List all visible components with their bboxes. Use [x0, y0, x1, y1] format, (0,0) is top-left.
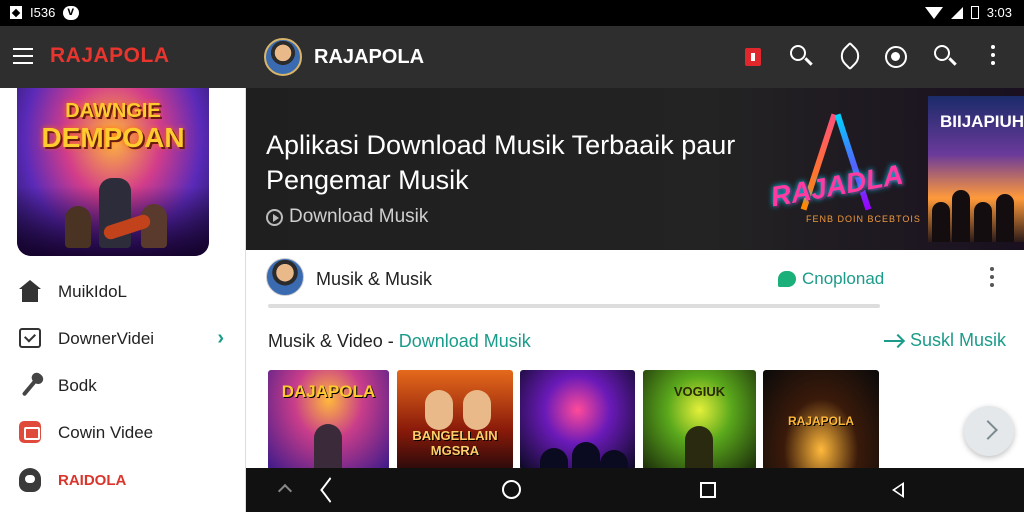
- section-title-text: Musik & Video -: [268, 331, 399, 351]
- checkbox-icon: [19, 327, 41, 349]
- status-bar: I536 3:03: [0, 0, 1024, 26]
- drawer-item-downervidei[interactable]: DownerVidei ›: [0, 317, 246, 363]
- app-badge-icon: [63, 4, 80, 20]
- thumbnail-title: VOGIUK: [673, 384, 726, 399]
- back-triangle-icon[interactable]: [888, 480, 908, 500]
- tool-icon[interactable]: [832, 40, 866, 74]
- hero-logo: RAJADLA FENB DOIN BCEBTOIS: [766, 112, 926, 224]
- home-button-icon[interactable]: [502, 480, 521, 499]
- thumbnail[interactable]: [520, 370, 635, 470]
- system-nav-bar: [246, 468, 1024, 512]
- video-icon: [19, 421, 41, 443]
- thumbnail-figure: [314, 424, 342, 470]
- rotate-icon[interactable]: [280, 482, 294, 496]
- artwork-title-line2: DEMPOAN: [41, 122, 185, 153]
- hero-poster-text: BIIJAPIUH: [940, 112, 1024, 131]
- section-header: Musik & Video - Download Musik Suskl Mus…: [246, 326, 1024, 356]
- channel-row: Musik & Musik Cnoplonad: [246, 250, 1024, 308]
- drawer-item-cowin-videe[interactable]: Cowin Videe: [0, 411, 246, 457]
- drawer-item-muikidol[interactable]: MuikIdoL: [0, 270, 246, 316]
- drawer-item-label: DownerVidei: [58, 329, 155, 348]
- main-content: RAJAPOLA Aplikasi Download Musik Terbaai…: [246, 26, 1024, 470]
- search-icon[interactable]: [928, 40, 962, 74]
- artwork-figure: [65, 206, 91, 248]
- drawer-item-label: RAIDOLA: [58, 472, 127, 489]
- thumbnail[interactable]: BANGELLAIN MGSRA: [397, 370, 513, 470]
- microphone-icon: [19, 374, 41, 397]
- hero-logo-subtext: FENB DOIN BCEBTOIS: [806, 214, 921, 224]
- chat-icon: [778, 271, 796, 287]
- thumbnail-title: BANGELLAIN MGSRA: [412, 428, 498, 458]
- channel-name: Musik & Musik: [316, 269, 433, 289]
- hero-poster[interactable]: BIIJAPIUH: [928, 96, 1024, 242]
- drawer-brand: RAJAPOLA: [50, 44, 170, 67]
- drawer-item-label: Cowin Videe: [58, 423, 154, 442]
- thumbnail-title: RAJAPOLA: [787, 414, 854, 428]
- thumbnail[interactable]: DAJAPOLA: [268, 370, 389, 470]
- clock: 3:03: [986, 5, 1012, 20]
- thumbnail-figure: [572, 442, 600, 470]
- status-left-text: I536: [30, 5, 56, 20]
- crowd-figure: [952, 190, 970, 242]
- signal-icon: [950, 6, 963, 19]
- notification-icon: [10, 6, 22, 19]
- drawer-item-bodk[interactable]: Bodk: [0, 364, 246, 410]
- channel-action-button[interactable]: Cnoplonad: [778, 269, 884, 289]
- arrow-right-icon: [883, 339, 902, 342]
- more-icon[interactable]: [990, 267, 994, 271]
- menu-icon[interactable]: [13, 48, 33, 64]
- crowd-figure: [932, 202, 950, 242]
- more-icon[interactable]: [976, 40, 1010, 74]
- hero-download-link[interactable]: Download Musik: [266, 206, 428, 228]
- appbar-actions: [736, 40, 1010, 74]
- thumbnail-title: DAJAPOLA: [281, 382, 376, 401]
- section-title-link[interactable]: Download Musik: [399, 331, 531, 351]
- hero-logo-text: RAJADLA: [768, 158, 906, 213]
- play-icon: [266, 208, 283, 226]
- scroll-next-button[interactable]: [964, 406, 1014, 456]
- featured-artwork[interactable]: DAWNGIE DEMPOAN: [17, 88, 209, 256]
- record-icon[interactable]: [736, 40, 770, 74]
- app-bar: RAJAPOLA: [246, 26, 1024, 88]
- channel-avatar[interactable]: [266, 258, 304, 296]
- thumbnail-figure: [425, 390, 453, 430]
- navigation-drawer: RAJAPOLA DAWNGIE DEMPOAN MuikIdoL Downer…: [0, 26, 246, 512]
- thumbnail-figure: [600, 450, 628, 470]
- hero-title: Aplikasi Download Musik Terbaaik paur Pe…: [266, 130, 736, 195]
- crowd-figure: [996, 194, 1014, 242]
- avatar[interactable]: [264, 38, 302, 76]
- recent-apps-icon[interactable]: [700, 482, 716, 498]
- wifi-icon: [924, 6, 943, 19]
- thumbnail-figure: [685, 426, 713, 470]
- channel-action-label: Cnoplonad: [802, 269, 885, 288]
- status-right: 3:03: [924, 5, 1012, 20]
- crowd-figure: [974, 202, 992, 242]
- thumbnail-row: DAJAPOLA BANGELLAIN MGSRA VOGIUK RAJAPOL…: [268, 370, 1024, 470]
- drawer-item-raidola[interactable]: RAIDOLA: [0, 458, 246, 504]
- thumbnail[interactable]: RAJAPOLA: [763, 370, 879, 470]
- chevron-right-icon: ›: [217, 327, 224, 349]
- home-icon: [19, 280, 41, 302]
- artwork-title-line1: DAWNGIE: [65, 100, 161, 122]
- hero-subtitle: Download Musik: [289, 206, 429, 227]
- progress-bar: [268, 304, 880, 308]
- skull-icon: [19, 468, 41, 492]
- thumbnail-figure: [540, 448, 568, 470]
- hero-banner[interactable]: Aplikasi Download Musik Terbaaik paur Pe…: [246, 88, 1024, 250]
- status-left: I536: [10, 4, 80, 20]
- section-title: Musik & Video - Download Musik: [268, 331, 531, 352]
- search-icon[interactable]: [784, 40, 818, 74]
- drawer-item-label: Bodk: [58, 376, 97, 395]
- thumbnail-figure: [463, 390, 491, 430]
- thumbnail[interactable]: VOGIUK: [643, 370, 756, 470]
- section-more-link[interactable]: Suskl Musik: [883, 330, 1006, 351]
- app-title: RAJAPOLA: [314, 46, 425, 68]
- drawer-item-label: MuikIdoL: [58, 282, 127, 301]
- section-more-label: Suskl Musik: [909, 330, 1006, 350]
- drawer-header: RAJAPOLA: [0, 26, 246, 88]
- gamepad-icon[interactable]: [880, 40, 914, 74]
- back-icon[interactable]: [320, 480, 340, 500]
- battery-icon: [970, 6, 979, 19]
